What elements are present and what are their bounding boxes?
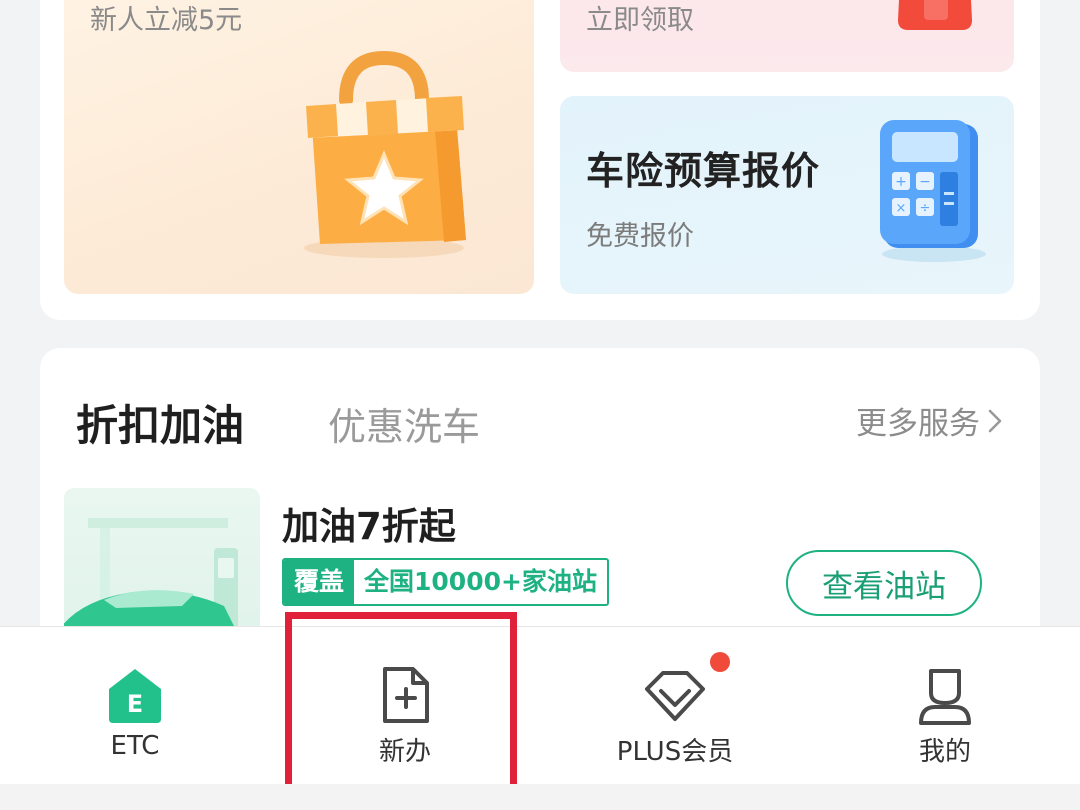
more-services-link[interactable]: 更多服务 [856,398,1004,443]
gas-station-thumbnail[interactable] [64,488,260,648]
app-screen: 新人立减5元 立即领取 车险预算报价 免费报价 + − × ÷ 折扣加油 优惠洗… [0,0,1080,810]
coverage-badge: 覆盖 全国10000+家油站 [282,558,609,606]
notification-dot [710,652,730,672]
new-user-promo-subtitle: 新人立减5元 [90,5,243,36]
fuel-discount-title: 加油7折起 [282,505,456,548]
svg-text:E: E [127,690,143,718]
coupon-promo-subtitle: 立即领取 [586,5,694,36]
svg-text:+: + [895,174,907,190]
new-user-promo[interactable]: 新人立减5元 [64,0,534,294]
highlight-box [285,612,517,796]
user-icon [919,669,971,725]
tab-profile[interactable]: 我的 [810,627,1080,785]
etc-icon: E [109,669,161,723]
svg-text:×: × [896,201,907,216]
view-gas-stations-button[interactable]: 查看油站 [786,550,982,616]
car-charging-icon [64,518,240,638]
tab-etc[interactable]: E ETC [0,627,270,785]
promo-card: 新人立减5元 立即领取 车险预算报价 免费报价 + − × ÷ [40,0,1040,320]
tab-car-wash[interactable]: 优惠洗车 [328,396,480,451]
tab-etc-label: ETC [110,731,160,761]
tab-discount-fuel[interactable]: 折扣加油 [76,392,244,453]
coupon-promo[interactable]: 立即领取 [560,0,1014,72]
plus-diamond-icon [645,671,705,721]
insurance-quote-subtitle: 免费报价 [586,221,694,252]
chevron-right-icon [988,409,1002,432]
services-card: 折扣加油 优惠洗车 更多服务 加油7折起 覆盖 全国10000+家油站 查看油站 [40,348,1040,648]
coverage-tag: 覆盖 [284,560,355,604]
svg-text:−: − [919,174,931,190]
bottom-tab-bar: E ETC 新办 PLUS会员 我的 [0,626,1080,785]
insurance-quote-title: 车险预算报价 [586,149,821,193]
tab-plus-membership[interactable]: PLUS会员 [540,627,810,785]
coverage-text: 全国10000+家油站 [364,567,597,596]
shopping-bag-icon [304,50,466,258]
svg-text:÷: ÷ [920,201,931,216]
coupon-icon [898,0,972,30]
tab-plus-membership-label: PLUS会员 [616,737,734,767]
tab-profile-label: 我的 [918,737,971,767]
calculator-icon: + − × ÷ [880,120,986,262]
bottom-safe-area [0,784,1080,810]
more-services-label: 更多服务 [856,406,980,442]
insurance-quote-card[interactable]: 车险预算报价 免费报价 + − × ÷ [560,96,1014,294]
